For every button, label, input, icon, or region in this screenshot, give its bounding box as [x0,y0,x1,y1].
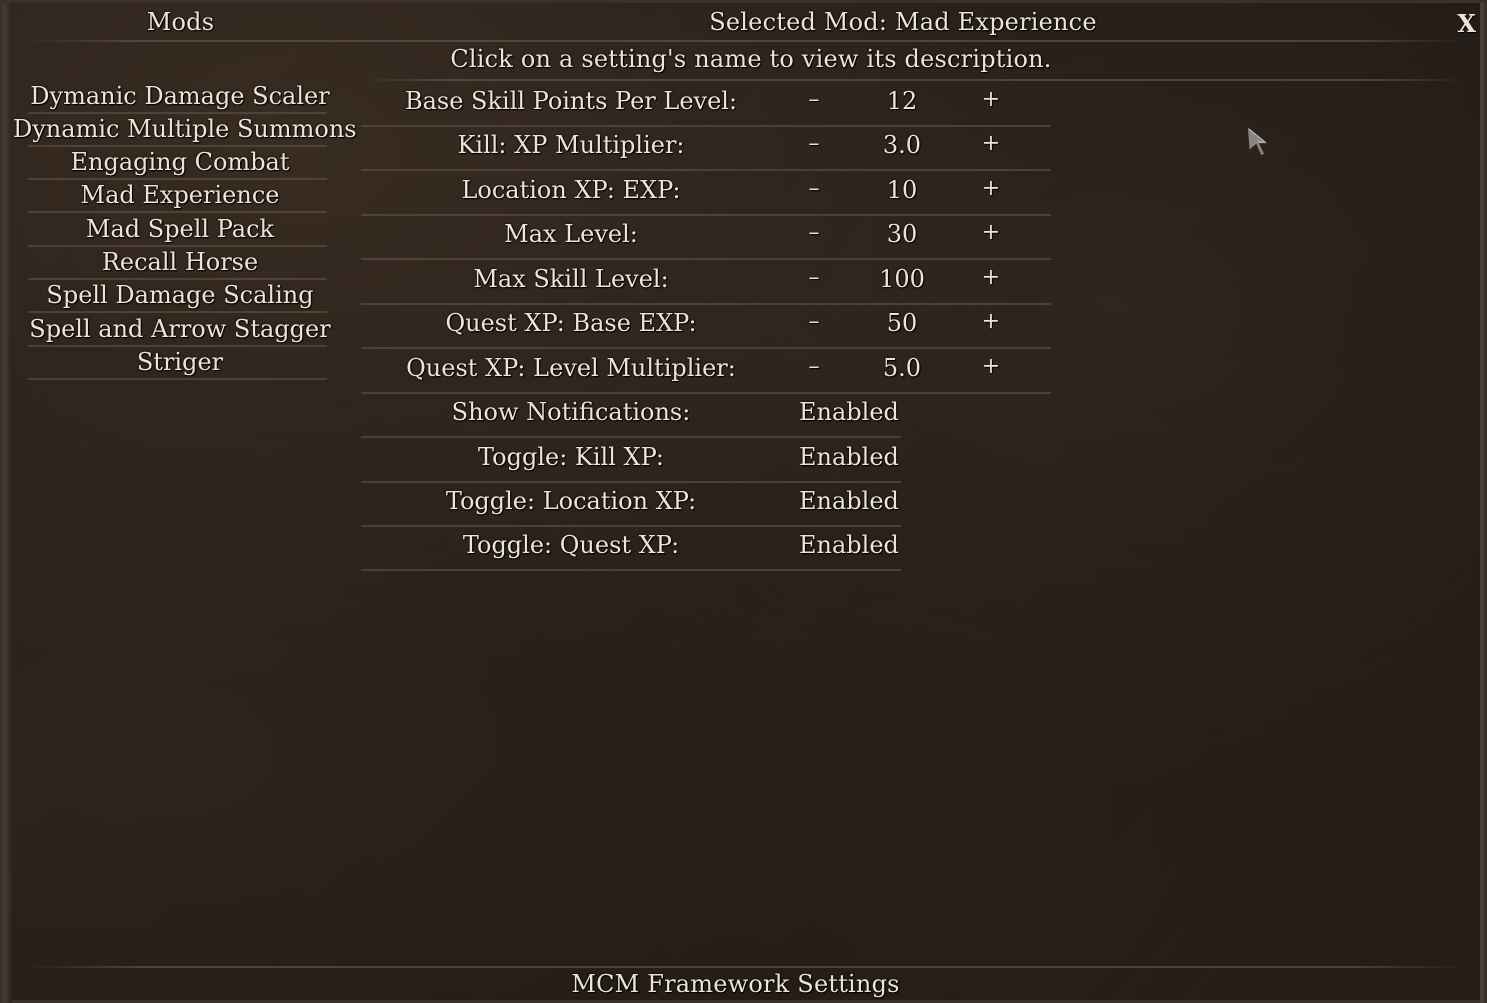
setting-value: 10 [886,176,918,204]
setting-value: 12 [886,87,918,115]
increase-button[interactable]: + [976,87,1006,112]
window-right-edge [1480,3,1484,1003]
mod-item-dynamic-multiple-summons[interactable]: Dynamic Multiple Summons [13,114,357,147]
mcm-window: Mods Selected Mod: Mad Experience X Clic… [0,0,1487,1003]
increase-button[interactable]: + [976,265,1006,290]
setting-name[interactable]: Location XP: EXP: [361,176,781,204]
setting-row: Base Skill Points Per Level: – 12 + [361,83,1061,127]
selected-mod-title: Selected Mod: Mad Experience [709,8,1097,36]
mod-item-separator [28,378,327,380]
mod-item-mad-experience[interactable]: Mad Experience [13,180,347,213]
setting-row: Location XP: EXP: – 10 + [361,172,1061,216]
setting-value: 3.0 [882,131,922,159]
mod-item-mad-spell-pack[interactable]: Mad Spell Pack [13,214,347,247]
setting-name[interactable]: Max Level: [361,220,781,248]
mod-item-recall-horse[interactable]: Recall Horse [13,247,347,280]
setting-row: Max Skill Level: – 100 + [361,261,1061,305]
mod-item-label: Spell Damage Scaling [46,281,314,309]
setting-row: Quest XP: Level Multiplier: – 5.0 + [361,350,1061,394]
increase-button[interactable]: + [976,131,1006,156]
footer-title: MCM Framework Settings [571,970,900,998]
decrease-button[interactable]: – [799,131,829,156]
mod-item-label: Mad Spell Pack [85,215,275,243]
setting-row: Max Level: – 30 + [361,216,1061,260]
row-separator [361,436,901,438]
mod-item-label: Dymanic Damage Scaler [30,82,330,110]
toggle-row: Toggle: Quest XP: Enabled [361,527,1061,571]
mod-item-label: Engaging Combat [70,148,290,176]
increase-button[interactable]: + [976,176,1006,201]
mod-item-dymanic-damage-scaler[interactable]: Dymanic Damage Scaler [13,81,347,114]
mod-item-label: Mad Experience [80,181,280,209]
mod-item-striger[interactable]: Striger [13,347,347,380]
setting-name[interactable]: Kill: XP Multiplier: [361,131,781,159]
setting-value: 100 [879,265,925,293]
mod-item-separator [28,211,327,213]
setting-value: 5.0 [882,354,922,382]
mod-item-spell-and-arrow-stagger[interactable]: Spell and Arrow Stagger [13,314,347,347]
row-separator [361,569,901,571]
toggle-name[interactable]: Toggle: Quest XP: [361,531,781,559]
increase-button[interactable]: + [976,220,1006,245]
setting-value: 30 [886,220,918,248]
toggle-name[interactable]: Toggle: Location XP: [361,487,781,515]
toggle-value[interactable]: Enabled [799,531,899,559]
setting-row: Kill: XP Multiplier: – 3.0 + [361,127,1061,171]
toggle-row: Toggle: Location XP: Enabled [361,483,1061,527]
increase-button[interactable]: + [976,354,1006,379]
setting-row: Quest XP: Base EXP: – 50 + [361,305,1061,349]
decrease-button[interactable]: – [799,309,829,334]
toggle-name[interactable]: Show Notifications: [361,398,781,426]
toggle-row: Show Notifications: Enabled [361,394,1061,438]
mod-item-label: Dynamic Multiple Summons [13,115,357,143]
close-icon[interactable]: X [1457,9,1476,38]
toggle-row: Toggle: Kill XP: Enabled [361,439,1061,483]
instruction-divider [358,79,1468,81]
row-separator [361,258,1051,260]
mod-item-separator [28,311,327,313]
footer-divider [23,966,1468,968]
toggle-value[interactable]: Enabled [799,443,899,471]
toggle-value[interactable]: Enabled [799,398,899,426]
mouse-pointer-icon [1246,124,1272,157]
mod-item-label: Striger [136,348,224,376]
setting-name[interactable]: Base Skill Points Per Level: [361,87,781,115]
toggle-value[interactable]: Enabled [799,487,899,515]
setting-value: 50 [886,309,918,337]
increase-button[interactable]: + [976,309,1006,334]
mod-item-spell-damage-scaling[interactable]: Spell Damage Scaling [13,280,347,313]
mod-item-label: Recall Horse [101,248,259,276]
mod-item-engaging-combat[interactable]: Engaging Combat [13,147,347,180]
setting-name[interactable]: Max Skill Level: [361,265,781,293]
toggle-name[interactable]: Toggle: Kill XP: [361,443,781,471]
decrease-button[interactable]: – [799,354,829,379]
header-divider [23,40,1468,42]
setting-name[interactable]: Quest XP: Level Multiplier: [361,354,781,382]
row-separator [361,169,1051,171]
instruction-text: Click on a setting's name to view its de… [450,45,1052,73]
mods-header: Mods [146,8,215,36]
decrease-button[interactable]: – [799,176,829,201]
setting-name[interactable]: Quest XP: Base EXP: [361,309,781,337]
decrease-button[interactable]: – [799,220,829,245]
decrease-button[interactable]: – [799,265,829,290]
window-left-edge [3,3,12,1003]
row-separator [361,347,1051,349]
mod-item-label: Spell and Arrow Stagger [29,315,331,343]
decrease-button[interactable]: – [799,87,829,112]
